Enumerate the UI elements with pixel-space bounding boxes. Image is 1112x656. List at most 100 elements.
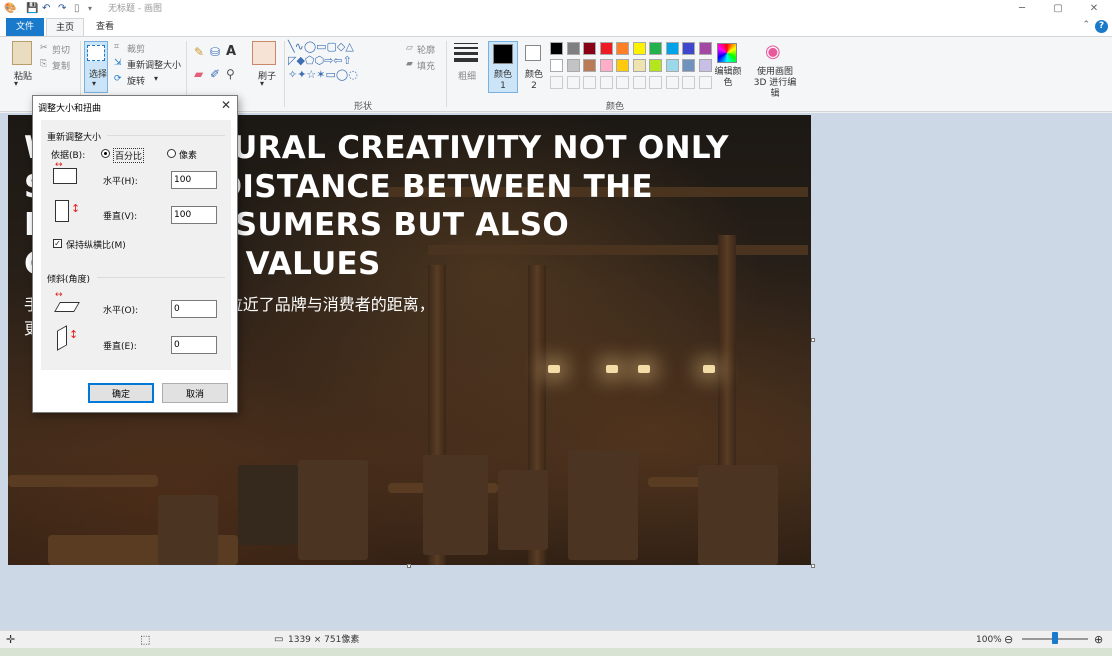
canvas-size-icon: ▭ — [274, 634, 284, 645]
color-swatch[interactable] — [616, 59, 629, 72]
save-icon[interactable]: 💾 — [26, 2, 38, 16]
shapes-gallery-row3[interactable]: ✧✦☆✶▭◯◌ — [288, 69, 358, 81]
custom-color-slot[interactable] — [632, 76, 646, 89]
keep-ratio-checkbox[interactable]: ✓ — [53, 239, 62, 248]
size-button[interactable]: 粗细 — [458, 69, 476, 82]
cancel-button[interactable]: 取消 — [162, 383, 228, 403]
copy-button[interactable]: 复制 — [52, 59, 70, 72]
new-file-icon[interactable]: ▯ — [74, 2, 80, 16]
color-picker-icon[interactable]: ✐ — [210, 67, 220, 81]
color-swatch[interactable] — [599, 59, 613, 72]
dialog-close-icon[interactable]: ✕ — [221, 98, 231, 112]
custom-color-slot[interactable] — [566, 76, 580, 89]
custom-color-slot[interactable] — [698, 76, 712, 89]
color-swatch[interactable] — [698, 59, 712, 72]
rotate-dropdown-icon[interactable]: ▾ — [154, 74, 158, 83]
paste-icon[interactable] — [12, 41, 32, 65]
custom-color-slot[interactable] — [616, 76, 629, 89]
color-swatch[interactable] — [599, 42, 613, 55]
resize-handle-corner[interactable] — [811, 564, 815, 568]
fill-button[interactable]: 填充 — [417, 59, 435, 72]
magnifier-icon[interactable]: ⚲ — [226, 67, 235, 81]
crop-button[interactable]: 裁剪 — [127, 42, 145, 55]
horizontal-resize-icon — [53, 168, 77, 184]
color-swatch[interactable] — [566, 42, 580, 55]
color-swatch[interactable] — [583, 59, 596, 72]
color-swatch[interactable] — [550, 59, 563, 72]
color-swatch[interactable] — [583, 42, 596, 55]
chair — [158, 495, 218, 565]
outline-button[interactable]: 轮廓 — [417, 43, 435, 56]
color-swatch[interactable] — [632, 59, 646, 72]
eraser-icon[interactable]: ▰ — [194, 67, 203, 81]
fill-bucket-icon[interactable]: ⛁ — [210, 45, 220, 59]
color-swatch[interactable] — [649, 42, 662, 55]
custom-color-slot[interactable] — [599, 76, 613, 89]
color2-swatch[interactable] — [525, 45, 541, 61]
taskbar-strip — [0, 648, 1112, 656]
brushes-dropdown-icon[interactable]: ▾ — [260, 79, 264, 88]
ok-button[interactable]: 确定 — [88, 383, 154, 403]
undo-icon[interactable]: ↶ — [42, 2, 50, 16]
zoom-level: 100% — [976, 635, 1002, 645]
window-title: 无标题 - 画图 — [108, 4, 162, 14]
percent-radio[interactable] — [101, 149, 110, 158]
resize-button[interactable]: 重新调整大小 — [127, 58, 181, 71]
brush-icon[interactable] — [252, 41, 276, 65]
zoom-out-button[interactable]: ⊖ — [1004, 633, 1013, 647]
rotate-button[interactable]: 旋转 — [127, 74, 145, 87]
paint3d-button[interactable]: 使用画图 3D 进行编辑 — [750, 67, 800, 100]
color2-label: 颜色 2 — [524, 70, 543, 91]
custom-color-slot[interactable] — [665, 76, 679, 89]
tab-view[interactable]: 查看 — [86, 18, 124, 36]
shapes-group-label: 形状 — [354, 102, 373, 112]
resize-handle-right[interactable] — [811, 338, 815, 342]
customize-toolbar-icon[interactable]: ▾ — [88, 2, 92, 16]
color-swatch[interactable] — [649, 59, 662, 72]
custom-color-slot[interactable] — [649, 76, 662, 89]
vertical-label: 垂直(V): — [103, 212, 138, 222]
tab-file[interactable]: 文件 — [6, 18, 44, 36]
shapes-gallery-row1[interactable]: ╲∿◯▭▢◇△ — [288, 41, 354, 53]
pixels-radio[interactable] — [167, 149, 176, 158]
shapes-gallery-row2[interactable]: ◸◆⬠⬡⇨⇦⇧ — [288, 55, 352, 67]
pencil-icon[interactable]: ✎ — [194, 45, 204, 59]
text-tool-icon[interactable]: A — [226, 44, 236, 59]
zoom-in-button[interactable]: ⊕ — [1094, 633, 1103, 647]
color-swatch[interactable] — [665, 59, 679, 72]
resize-handle-bottom[interactable] — [407, 564, 411, 568]
zoom-slider-thumb[interactable] — [1052, 632, 1058, 644]
color-swatch[interactable] — [698, 42, 712, 55]
custom-color-slot[interactable] — [550, 76, 563, 89]
custom-color-slot[interactable] — [682, 76, 695, 89]
group-divider — [97, 277, 225, 278]
maximize-button[interactable]: ▢ — [1040, 0, 1076, 18]
keep-ratio-label[interactable]: 保持纵横比(M) — [66, 238, 126, 251]
color-swatch[interactable] — [616, 42, 629, 55]
color-swatch[interactable] — [682, 59, 695, 72]
color-swatch[interactable] — [566, 59, 580, 72]
skew-horizontal-input[interactable] — [171, 300, 217, 318]
pixels-label[interactable]: 像素 — [179, 148, 197, 161]
color-swatch[interactable] — [550, 42, 563, 55]
custom-color-slot[interactable] — [583, 76, 596, 89]
color-swatch[interactable] — [665, 42, 679, 55]
vertical-input[interactable] — [171, 206, 217, 224]
minimize-button[interactable]: ─ — [1004, 0, 1040, 18]
color-swatch[interactable] — [632, 42, 646, 55]
select-dropdown-icon[interactable]: ▾ — [92, 79, 96, 88]
tab-home[interactable]: 主页 — [46, 18, 84, 36]
help-icon[interactable]: ? — [1095, 20, 1108, 33]
horizontal-input[interactable] — [171, 171, 217, 189]
cut-button[interactable]: 剪切 — [52, 43, 70, 56]
close-button[interactable]: ✕ — [1076, 0, 1112, 18]
redo-icon[interactable]: ↷ — [58, 2, 66, 16]
lamp — [548, 365, 560, 373]
paste-dropdown-icon[interactable]: ▾ — [14, 79, 18, 88]
edit-colors-button[interactable]: 编辑颜色 — [713, 67, 743, 89]
color-swatch[interactable] — [682, 42, 695, 55]
horizontal-label: 水平(H): — [103, 177, 138, 187]
collapse-ribbon-icon[interactable]: ⌃ — [1082, 20, 1090, 30]
skew-vertical-input[interactable] — [171, 336, 217, 354]
percent-label[interactable]: 百分比 — [113, 148, 145, 163]
